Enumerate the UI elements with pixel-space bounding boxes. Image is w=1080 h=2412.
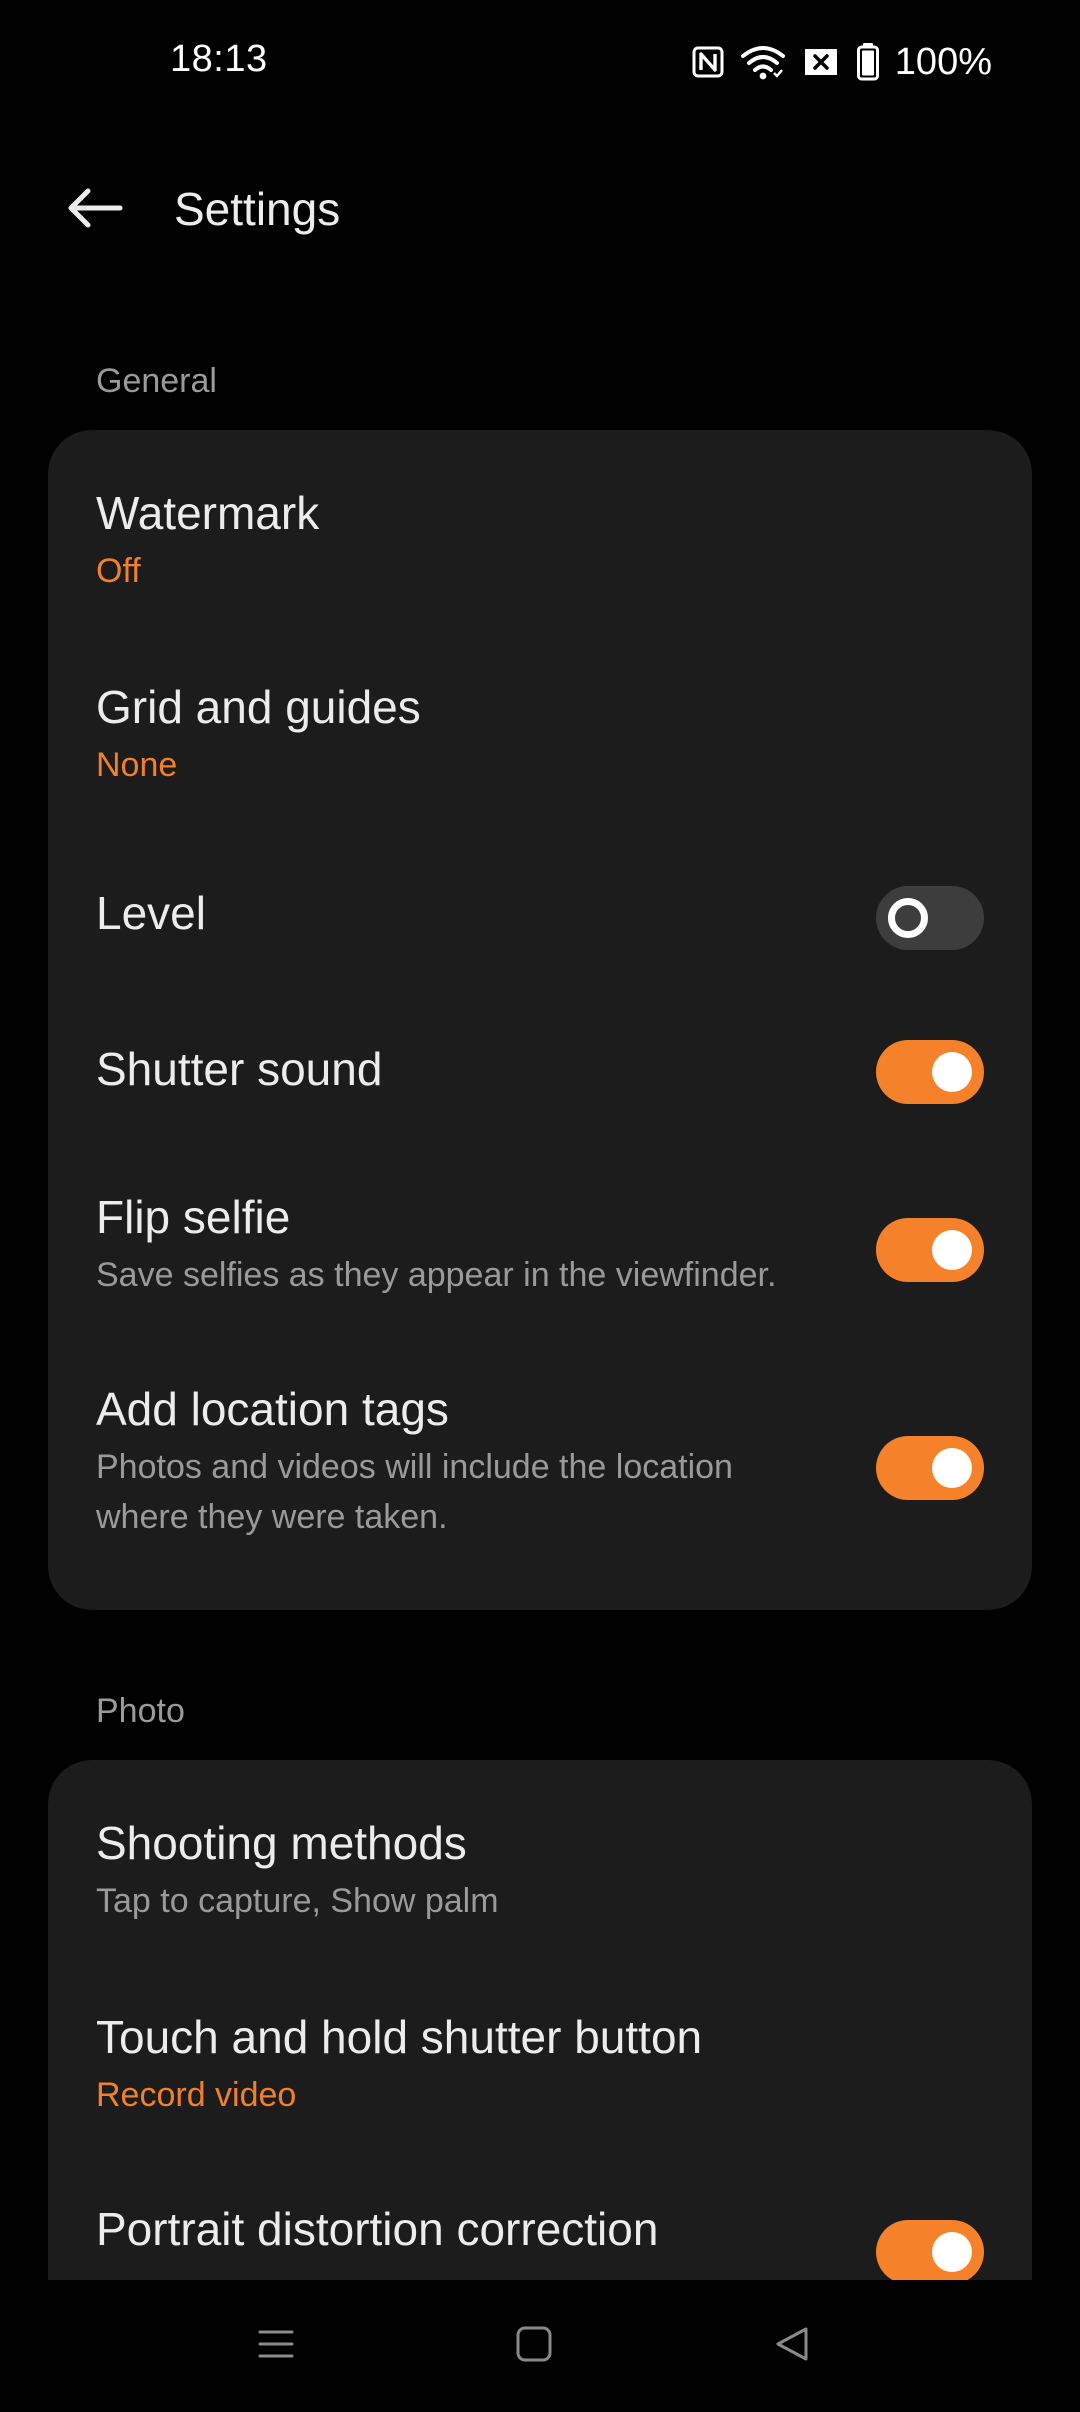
setting-value: Tap to capture, Show palm — [96, 1882, 499, 1920]
sim-off-icon — [801, 47, 841, 77]
menu-icon — [256, 2324, 296, 2369]
photo-settings-card: Shooting methods Tap to capture, Show pa… — [48, 1760, 1032, 2280]
setting-description-line1: Photos and videos will include the locat… — [96, 1448, 733, 1486]
setting-value: Off — [96, 552, 141, 590]
setting-value: Record video — [96, 2076, 297, 2114]
setting-title: Level — [96, 887, 206, 939]
wifi-icon — [740, 44, 785, 80]
setting-title: Shooting methods — [96, 1817, 467, 1869]
nfc-icon — [691, 45, 725, 79]
portrait-distortion-toggle[interactable] — [876, 2220, 984, 2280]
setting-title: Grid and guides — [96, 681, 421, 733]
arrow-left-icon — [66, 187, 124, 234]
setting-grid-and-guides[interactable]: Grid and guides None — [48, 680, 1032, 830]
setting-description-line2: where they were taken. — [96, 1498, 448, 1536]
setting-description: Save selfies as they appear in the viewf… — [96, 1256, 777, 1294]
system-navigation-bar — [0, 2280, 1080, 2412]
home-square-icon — [514, 2324, 554, 2369]
setting-value: None — [96, 746, 178, 784]
status-time: 18:13 — [170, 38, 268, 80]
app-header: Settings — [0, 160, 1080, 260]
toggle-knob — [932, 1230, 972, 1270]
flip-selfie-toggle[interactable] — [876, 1218, 984, 1282]
setting-shutter-sound[interactable]: Shutter sound — [48, 1026, 1032, 1126]
setting-level[interactable]: Level — [48, 870, 1032, 970]
location-tags-toggle[interactable] — [876, 1436, 984, 1500]
toggle-knob — [932, 1052, 972, 1092]
toggle-knob — [932, 2232, 972, 2272]
setting-title: Portrait distortion correction — [96, 2203, 659, 2255]
toggle-knob — [932, 1448, 972, 1488]
home-button[interactable] — [494, 2306, 574, 2386]
back-button[interactable] — [52, 178, 138, 242]
level-toggle[interactable] — [876, 886, 984, 950]
section-header-photo: Photo — [96, 1692, 185, 1730]
setting-title: Add location tags — [96, 1383, 449, 1435]
battery-percentage: 100% — [894, 40, 992, 83]
back-nav-button[interactable] — [752, 2306, 832, 2386]
setting-flip-selfie[interactable]: Flip selfie Save selfies as they appear … — [48, 1190, 1032, 1320]
status-bar: 18:13 100% — [0, 0, 1080, 130]
setting-title: Touch and hold shutter button — [96, 2011, 703, 2063]
battery-icon — [856, 43, 879, 81]
setting-shooting-methods[interactable]: Shooting methods Tap to capture, Show pa… — [48, 1816, 1032, 1966]
status-icons: 100% — [691, 40, 992, 84]
setting-touch-and-hold-shutter[interactable]: Touch and hold shutter button Record vid… — [48, 2010, 1032, 2160]
setting-title: Flip selfie — [96, 1191, 291, 1243]
back-triangle-icon — [772, 2324, 812, 2369]
setting-add-location-tags[interactable]: Add location tags Photos and videos will… — [48, 1382, 1032, 1562]
general-settings-card: Watermark Off Grid and guides None Level… — [48, 430, 1032, 1610]
shutter-sound-toggle[interactable] — [876, 1040, 984, 1104]
section-header-general: General — [96, 362, 217, 400]
recents-button[interactable] — [236, 2306, 316, 2386]
setting-title: Shutter sound — [96, 1043, 383, 1095]
toggle-knob — [888, 898, 928, 938]
page-title: Settings — [174, 183, 341, 235]
setting-title: Watermark — [96, 487, 320, 539]
setting-portrait-distortion-correction[interactable]: Portrait distortion correction — [48, 2202, 1032, 2280]
setting-watermark[interactable]: Watermark Off — [48, 486, 1032, 636]
